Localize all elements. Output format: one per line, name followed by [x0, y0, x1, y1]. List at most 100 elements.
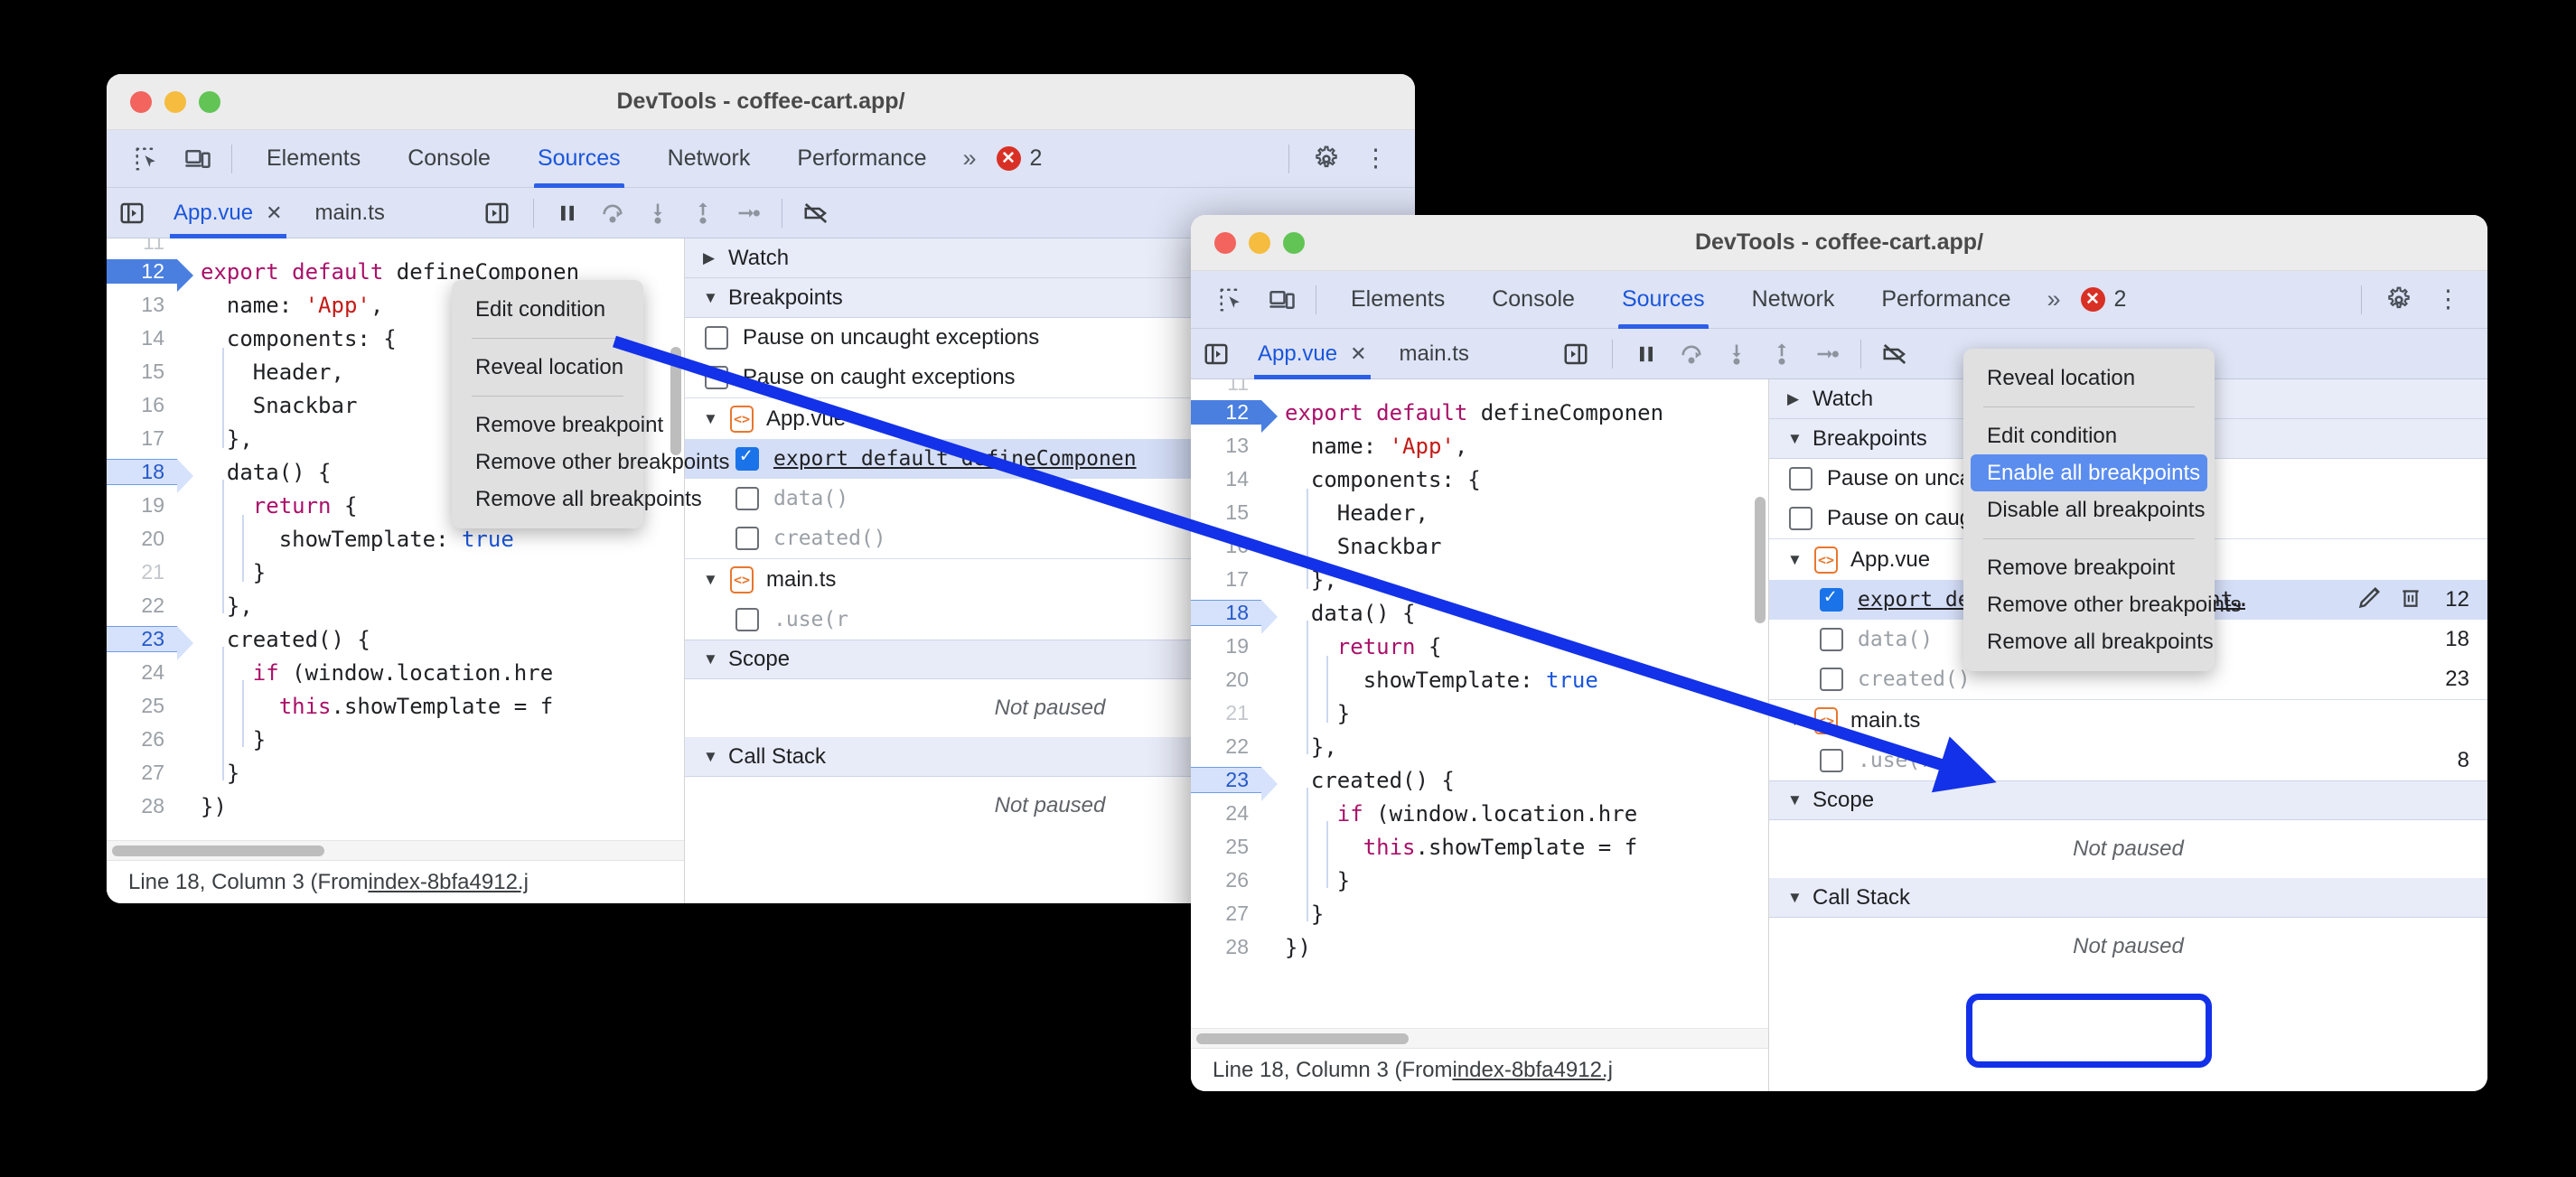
- code-line[interactable]: 17 },: [1191, 563, 1768, 596]
- scrollbar-thumb[interactable]: [112, 845, 324, 856]
- step-into-icon[interactable]: [1714, 332, 1759, 377]
- tab-performance[interactable]: Performance: [773, 130, 950, 188]
- more-options-icon[interactable]: ⋮: [2425, 287, 2471, 312]
- code-line[interactable]: 22 },: [1191, 730, 1768, 763]
- editor-vertical-scrollbar[interactable]: [670, 347, 681, 455]
- line-number-gutter[interactable]: 21: [107, 560, 177, 584]
- code-line[interactable]: 25 this.showTemplate = f: [107, 689, 684, 723]
- line-number-gutter[interactable]: 16: [1191, 534, 1261, 558]
- menu-item-remove-other-breakpoints[interactable]: Remove other breakpoints: [452, 444, 729, 481]
- editor-vertical-scrollbar[interactable]: [1755, 497, 1766, 623]
- devtools-tabs-front[interactable]: Elements Console Sources Network Perform…: [1327, 271, 2034, 329]
- show-debugger-icon[interactable]: [472, 200, 522, 227]
- inspect-element-icon[interactable]: [1209, 277, 1254, 322]
- devtools-tabbar-right-front[interactable]: ⋮: [2350, 277, 2487, 322]
- line-number-gutter[interactable]: 11: [1191, 379, 1261, 396]
- code-line[interactable]: 23 created() {: [1191, 763, 1768, 801]
- line-number-gutter[interactable]: 24: [107, 660, 177, 685]
- line-number-gutter[interactable]: 16: [107, 393, 177, 417]
- menu-item-reveal-location[interactable]: Reveal location: [452, 349, 643, 386]
- breakpoint-snippet[interactable]: data(): [1858, 628, 1933, 651]
- code-line[interactable]: 24 if (window.location.hre: [1191, 797, 1768, 830]
- file-tab-main-ts[interactable]: main.ts: [299, 188, 401, 238]
- checkbox[interactable]: [1820, 628, 1843, 651]
- tab-console[interactable]: Console: [384, 130, 514, 188]
- device-toolbar-icon[interactable]: [1260, 277, 1305, 322]
- close-icon[interactable]: ✕: [266, 201, 282, 225]
- section-scope[interactable]: ▼ Scope: [1769, 780, 2487, 820]
- device-toolbar-icon[interactable]: [175, 136, 220, 182]
- line-number-gutter[interactable]: 23: [107, 626, 193, 660]
- menu-item-remove-breakpoint[interactable]: Remove breakpoint: [452, 406, 663, 444]
- code-line[interactable]: 11: [1191, 379, 1768, 396]
- deactivate-breakpoints-icon[interactable]: [793, 191, 838, 236]
- line-number-gutter[interactable]: 26: [107, 727, 177, 752]
- checkbox[interactable]: [705, 366, 728, 389]
- line-number-gutter[interactable]: 17: [107, 426, 177, 451]
- show-navigator-icon[interactable]: [107, 200, 157, 227]
- code-line[interactable]: 25 this.showTemplate = f: [1191, 830, 1768, 864]
- editor-horizontal-scrollbar[interactable]: [1191, 1028, 1768, 1048]
- devtools-tabbar-right-back[interactable]: ⋮: [1278, 136, 1415, 182]
- file-tab-main-ts[interactable]: main.ts: [1383, 329, 1485, 379]
- menu-item-remove-all-breakpoints[interactable]: Remove all breakpoints: [1963, 623, 2215, 660]
- checkbox[interactable]: [1789, 467, 1813, 490]
- debugger-controls-back[interactable]: [472, 191, 838, 236]
- code-line[interactable]: 19 return {: [1191, 630, 1768, 663]
- step-into-icon[interactable]: [635, 191, 680, 236]
- line-number-gutter[interactable]: 22: [107, 593, 177, 618]
- line-number-gutter[interactable]: 21: [1191, 701, 1261, 725]
- pause-resume-icon[interactable]: [1624, 332, 1669, 377]
- code-line[interactable]: 18 data() {: [1191, 596, 1768, 634]
- menu-item-remove-breakpoint[interactable]: Remove breakpoint: [1963, 549, 2215, 586]
- breakpoint-snippet[interactable]: .use(r: [1858, 749, 1933, 772]
- step-icon[interactable]: [1804, 332, 1850, 377]
- line-number-gutter[interactable]: 20: [107, 527, 177, 551]
- line-number-gutter[interactable]: 25: [1191, 835, 1261, 859]
- code-editor-pane-front[interactable]: 11 12 export default defineComponen 13 name…: [1191, 379, 1769, 1091]
- line-number-gutter[interactable]: 27: [1191, 901, 1261, 926]
- step-out-icon[interactable]: [1759, 332, 1804, 377]
- show-debugger-icon[interactable]: [1550, 341, 1601, 368]
- error-badge[interactable]: ✕ 2: [986, 145, 1054, 172]
- code-line[interactable]: 16 Snackbar: [1191, 529, 1768, 563]
- breakpoint-row-actions[interactable]: 12: [2357, 584, 2487, 615]
- line-number-gutter[interactable]: 14: [107, 326, 177, 350]
- code-line[interactable]: 21 }: [107, 556, 684, 589]
- breakpoint-group-main-ts[interactable]: ▼ <> main.ts: [1769, 699, 2487, 741]
- breakpoint-snippet[interactable]: export default defineComponen: [773, 447, 1137, 471]
- code-line[interactable]: 11: [107, 238, 684, 255]
- breakpoint-row[interactable]: .use(r 8: [1769, 741, 2487, 780]
- step-out-icon[interactable]: [680, 191, 726, 236]
- code-line[interactable]: 13 name: 'App',: [1191, 429, 1768, 462]
- line-number-gutter[interactable]: 19: [107, 493, 177, 518]
- pause-resume-icon[interactable]: [545, 191, 590, 236]
- tab-console[interactable]: Console: [1468, 271, 1598, 329]
- line-number-gutter[interactable]: 15: [1191, 500, 1261, 525]
- close-icon[interactable]: ✕: [1350, 342, 1366, 366]
- code-line[interactable]: 21 }: [1191, 696, 1768, 730]
- menu-item-edit-condition[interactable]: Edit condition: [452, 291, 643, 328]
- line-number-gutter[interactable]: 11: [107, 238, 177, 255]
- line-number-gutter[interactable]: 12: [1191, 400, 1278, 433]
- checkbox[interactable]: [1820, 749, 1843, 772]
- step-over-icon[interactable]: [1669, 332, 1714, 377]
- checkbox[interactable]: [1820, 668, 1843, 691]
- checkbox[interactable]: [1820, 585, 1843, 612]
- gear-icon[interactable]: [1304, 136, 1349, 182]
- breakpoint-context-menu-front[interactable]: Reveal location Edit condition Enable al…: [1963, 349, 2241, 671]
- checkbox[interactable]: [735, 487, 759, 510]
- step-icon[interactable]: [726, 191, 771, 236]
- line-number-gutter[interactable]: 26: [1191, 868, 1261, 892]
- checkbox[interactable]: [1789, 507, 1813, 530]
- code-line[interactable]: 28}): [1191, 930, 1768, 964]
- menu-item-remove-all-breakpoints[interactable]: Remove all breakpoints: [452, 481, 702, 518]
- line-number-gutter[interactable]: 13: [1191, 434, 1261, 458]
- line-number-gutter[interactable]: 25: [107, 694, 177, 718]
- checkbox[interactable]: [735, 608, 759, 631]
- tab-elements[interactable]: Elements: [243, 130, 384, 188]
- file-tab-app-vue[interactable]: App.vue ✕: [157, 188, 299, 238]
- line-number-gutter[interactable]: 17: [1191, 567, 1261, 592]
- breakpoint-context-menu-back[interactable]: Edit condition Reveal location Remove br…: [452, 280, 729, 528]
- menu-item-enable-all-breakpoints[interactable]: Enable all breakpoints: [1971, 454, 2207, 491]
